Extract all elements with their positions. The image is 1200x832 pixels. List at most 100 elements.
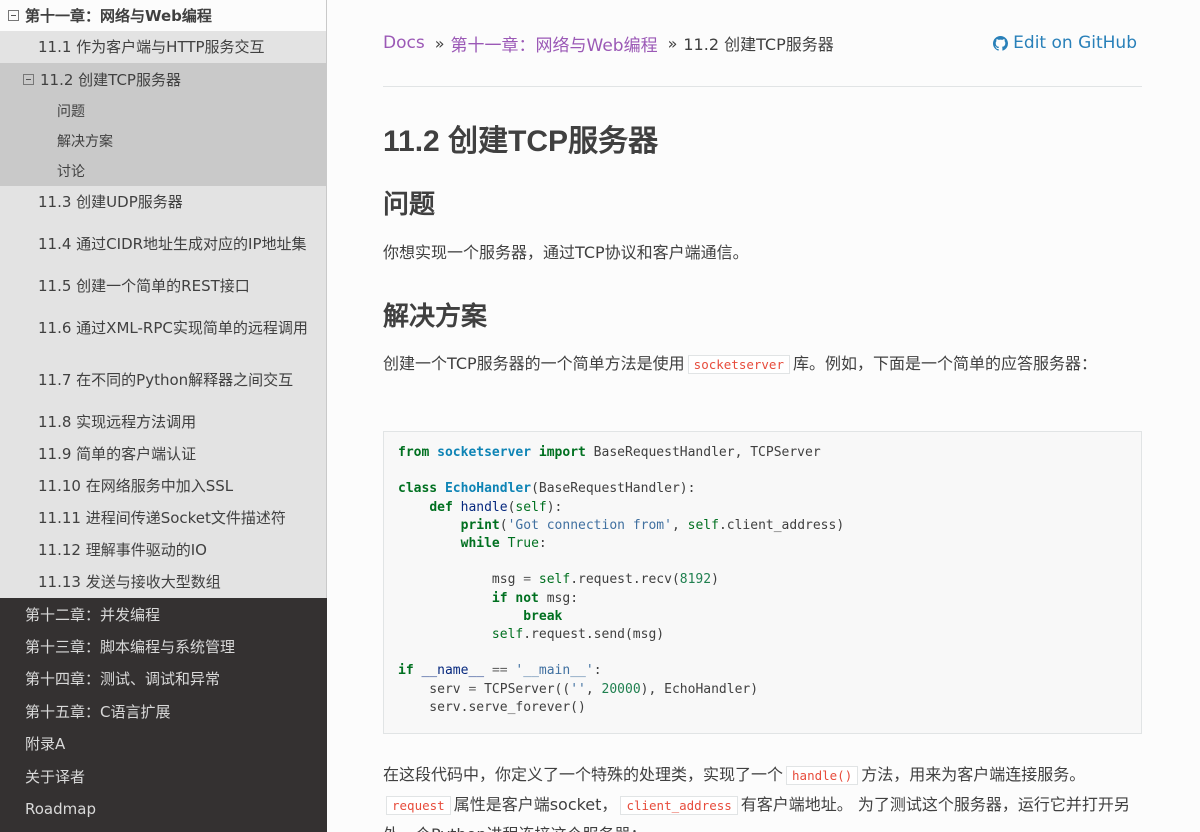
code-token: BaseRequestHandler, TCPServer <box>585 445 821 460</box>
code-token: socketserver <box>437 445 532 460</box>
sidebar-section-label: 11.11 进程间传递Socket文件描述符 <box>38 508 286 527</box>
code-token: .client_address) <box>718 517 845 533</box>
sidebar-subsection-label: 解决方案 <box>57 134 113 150</box>
sidebar-section-label: 11.6 通过XML-RPC实现简单的远程调用 <box>38 318 308 337</box>
sidebar-chapter-item[interactable]: 第十四章：测试、调试和异常 <box>0 663 327 695</box>
text-span: 属性是客户端socket， <box>453 795 618 814</box>
edit-on-github-label: Edit on GitHub <box>1013 33 1137 53</box>
code-token: ( <box>499 517 508 533</box>
sidebar-subsection-discussion[interactable]: 讨论 <box>0 156 326 186</box>
code-token: msg: <box>538 590 579 606</box>
sidebar-section-label: 11.1 作为客户端与HTTP服务交互 <box>38 37 265 56</box>
sidebar-section-label: 11.12 理解事件驱动的IO <box>38 540 207 559</box>
sidebar-section-item[interactable]: 11.10 在网络服务中加入SSL <box>0 470 326 502</box>
text-span: 库。例如，下面是一个简单的应答服务器： <box>792 354 1097 373</box>
sidebar-section-label: 11.3 创建UDP服务器 <box>38 192 183 211</box>
sidebar-chapter-item[interactable]: 第十二章：并发编程 <box>0 598 327 630</box>
collapse-icon[interactable] <box>23 74 34 85</box>
explanation-paragraph: 在这段代码中，你定义了一个特殊的处理类，实现了一个 handle() 方法，用来为客… <box>383 760 1142 832</box>
sidebar-current-section: 11.2 创建TCP服务器 问题 解决方案 讨论 <box>0 63 326 186</box>
code-token: '' <box>570 681 586 697</box>
edit-on-github-link[interactable]: Edit on GitHub <box>993 30 1137 56</box>
sidebar-chapter-item[interactable]: 第十三章：脚本编程与系统管理 <box>0 630 327 662</box>
code-token: TCPServer(( <box>476 681 571 697</box>
sidebar-section-item[interactable]: 11.9 简单的客户端认证 <box>0 438 326 470</box>
sidebar-section-label: 11.9 简单的客户端认证 <box>38 444 197 463</box>
code-token: msg <box>398 572 524 588</box>
sidebar-section-item[interactable]: 11.5 创建一个简单的REST接口 <box>0 270 326 302</box>
sidebar-section-item[interactable]: 11.1 作为客户端与HTTP服务交互 <box>0 31 326 63</box>
sidebar-chapter-item[interactable]: 附录A <box>0 728 327 760</box>
github-icon <box>993 35 1009 51</box>
sidebar-chapter-item[interactable]: 关于译者 <box>0 760 327 792</box>
code-token: : <box>538 536 547 552</box>
breadcrumb-chapter-link[interactable]: 第十一章：网络与Web编程 <box>451 31 658 56</box>
code-token: '__main__' <box>515 663 594 679</box>
sidebar-current-section-head[interactable]: 11.2 创建TCP服务器 <box>0 63 326 96</box>
sidebar-section-label: 11.5 创建一个简单的REST接口 <box>38 276 250 295</box>
sidebar-section-item[interactable]: 11.7 在不同的Python解释器之间交互 <box>0 354 326 406</box>
sidebar-section-item[interactable]: 11.12 理解事件驱动的IO <box>0 534 326 566</box>
code-token: = <box>523 572 532 588</box>
sidebar-subsection-problem[interactable]: 问题 <box>0 96 326 126</box>
breadcrumb-separator: » <box>667 33 678 53</box>
sidebar-nav: 第十一章：网络与Web编程 11.1 作为客户端与HTTP服务交互 11.2 创… <box>0 0 327 832</box>
problem-paragraph: 你想实现一个服务器，通过TCP协议和客户端通信。 <box>383 243 749 262</box>
sidebar-section-item[interactable]: 11.3 创建UDP服务器 <box>0 186 326 218</box>
inline-code-client-address: client_address <box>620 796 738 815</box>
sidebar-section-label: 11.7 在不同的Python解释器之间交互 <box>38 370 294 389</box>
text-span: 方法，用来为客户端连接服务。 <box>861 765 1086 784</box>
code-block: from socketserver import BaseRequestHand… <box>383 431 1142 734</box>
breadcrumb: Docs » 第十一章：网络与Web编程 » 11.2 创建TCP服务器 Edi… <box>383 30 1142 56</box>
code-token: ) <box>711 572 719 588</box>
inline-code-handle: handle() <box>786 766 859 785</box>
sidebar-current-chapter[interactable]: 第十一章：网络与Web编程 <box>0 0 327 31</box>
code-token: ): <box>546 499 563 515</box>
sidebar-subsection-label: 问题 <box>57 104 85 120</box>
inline-code-request: request <box>386 796 451 815</box>
code-token: 20000 <box>601 681 641 697</box>
code-token: from <box>398 445 430 460</box>
code-token: self <box>491 627 524 643</box>
breadcrumb-docs-link[interactable]: Docs <box>383 33 425 53</box>
sidebar-chapter-item[interactable]: Roadmap <box>0 792 327 824</box>
sidebar-section-item[interactable]: 11.4 通过CIDR地址生成对应的IP地址集 <box>0 218 326 270</box>
sidebar-chapter-sections: 11.1 作为客户端与HTTP服务交互 11.2 创建TCP服务器 问题 解决方… <box>0 31 327 598</box>
sidebar-section-label: 11.13 发送与接收大型数组 <box>38 572 221 591</box>
code-token: not <box>515 590 539 606</box>
header-divider <box>383 86 1142 87</box>
heading-problem: 问题 <box>383 189 436 219</box>
sidebar-current-chapter-label: 第十一章：网络与Web编程 <box>25 7 212 25</box>
main-content: Docs » 第十一章：网络与Web编程 » 11.2 创建TCP服务器 Edi… <box>327 0 1200 832</box>
sidebar-subsection-solution[interactable]: 解决方案 <box>0 126 326 156</box>
code-token: 8192 <box>679 572 712 588</box>
code-token: .request.send(msg) <box>523 627 665 643</box>
sidebar-section-item[interactable]: 11.6 通过XML-RPC实现简单的远程调用 <box>0 302 326 354</box>
code-token: print <box>460 517 500 533</box>
sidebar-section-label: 11.8 实现远程方法调用 <box>38 412 197 431</box>
code-token: .request.recv( <box>570 572 680 588</box>
sidebar-sections-after: 11.3 创建UDP服务器 11.4 通过CIDR地址生成对应的IP地址集 11.5… <box>0 186 326 598</box>
code-token: , <box>585 681 602 697</box>
sidebar-current-section-label: 11.2 创建TCP服务器 <box>40 71 181 89</box>
sidebar-section-item[interactable]: 11.11 进程间传递Socket文件描述符 <box>0 502 326 534</box>
collapse-icon[interactable] <box>8 10 19 21</box>
text-span: 在这段代码中，你定义了一个特殊的处理类，实现了一个 <box>383 765 784 784</box>
sidebar-chapter-item[interactable]: 第十五章：C语言扩展 <box>0 695 327 727</box>
sidebar-section-item[interactable]: 11.13 发送与接收大型数组 <box>0 566 326 598</box>
sidebar-section-item[interactable]: 11.8 实现远程方法调用 <box>0 406 326 438</box>
code-token: while <box>460 536 500 552</box>
code-token: class <box>398 481 438 497</box>
